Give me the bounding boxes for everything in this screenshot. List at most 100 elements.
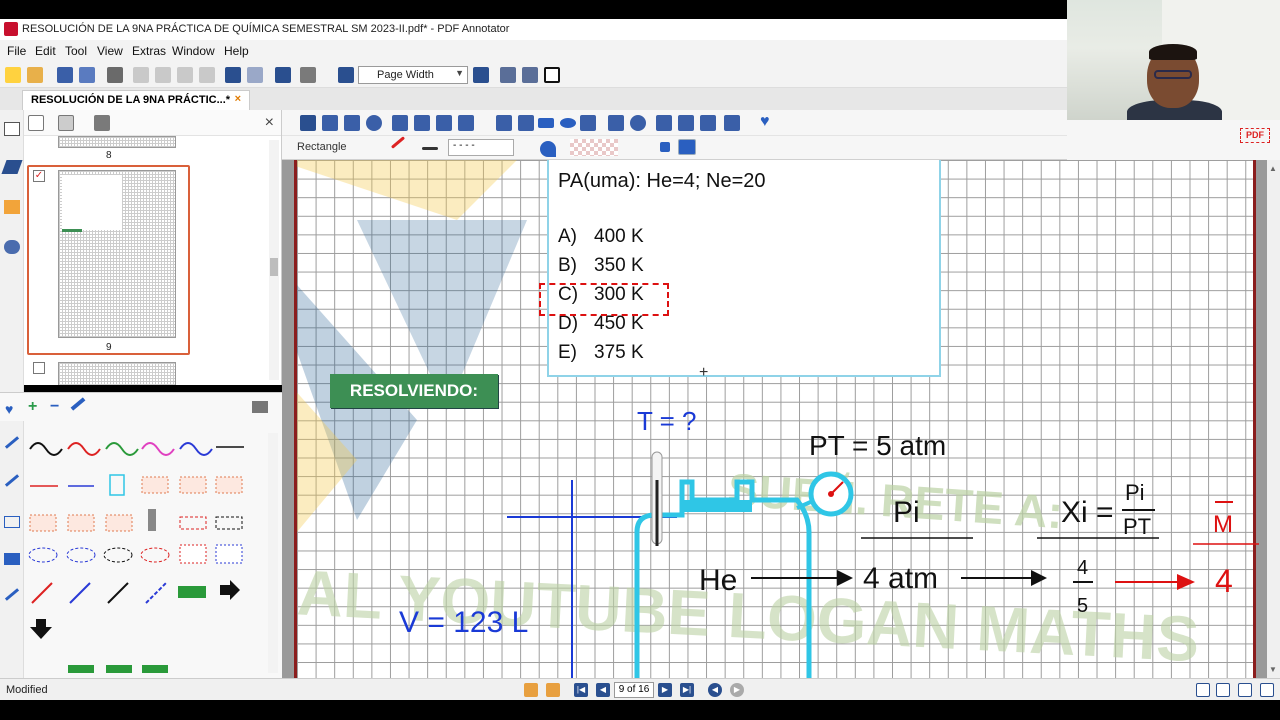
previous-page-icon[interactable]: ◀ (596, 683, 610, 697)
new-page-icon[interactable] (28, 115, 44, 131)
heart-icon[interactable]: ♥ (5, 401, 13, 417)
stamp-tool-icon[interactable] (458, 115, 474, 131)
menu-view[interactable]: View (97, 44, 123, 58)
zoom-in-icon[interactable] (473, 67, 489, 83)
pen-annotate-icon[interactable] (392, 115, 408, 131)
history-back-icon[interactable]: ◀ (708, 683, 722, 697)
edit-pen-icon[interactable] (70, 397, 86, 411)
comment-icon[interactable] (630, 115, 646, 131)
link-icon[interactable] (608, 115, 624, 131)
print-icon[interactable] (107, 67, 123, 83)
rectangle-icon[interactable] (538, 118, 554, 128)
continuous-page-icon[interactable] (522, 67, 538, 83)
page-thumbnail-9[interactable] (58, 170, 176, 338)
page-thumbnail-8[interactable] (58, 136, 176, 148)
page-indicator[interactable]: 9 of 16 (614, 682, 654, 698)
shape-small-icon[interactable] (660, 142, 670, 152)
measure-icon[interactable] (580, 115, 596, 131)
scrollbar-grip[interactable] (270, 258, 278, 276)
attachment-icon[interactable] (4, 240, 20, 254)
find-icon[interactable] (275, 67, 291, 83)
page-settings-icon[interactable] (300, 67, 316, 83)
shape-large-icon[interactable] (678, 139, 696, 155)
page-checkbox[interactable]: ✓ (33, 170, 45, 182)
document-scrollbar[interactable]: ▲ ▼ (1267, 160, 1280, 678)
close-icon[interactable]: × (235, 93, 241, 105)
two-page-view-icon[interactable] (1238, 683, 1252, 697)
add-icon[interactable]: + (28, 398, 37, 416)
single-page-icon[interactable] (500, 67, 516, 83)
tab-document[interactable]: RESOLUCIÓN DE LA 9NA PRÁCTIC...* × (22, 90, 250, 110)
delete-icon[interactable] (199, 67, 215, 83)
line-tool-icon[interactable] (4, 588, 20, 601)
page-checkbox-10[interactable] (33, 362, 45, 374)
new-icon[interactable] (5, 67, 21, 83)
scroll-down-icon[interactable]: ▼ (1269, 665, 1277, 674)
paste-icon[interactable] (177, 67, 193, 83)
menu-tool[interactable]: Tool (65, 44, 87, 58)
zoom-select[interactable]: Page Width ▼ (358, 66, 468, 84)
next-page-icon[interactable]: ▶ (658, 683, 672, 697)
last-page-icon[interactable]: ▶| (680, 683, 694, 697)
copy-icon[interactable] (155, 67, 171, 83)
line-color-icon[interactable] (390, 136, 406, 149)
save-icon[interactable] (57, 67, 73, 83)
zoom-tool-icon[interactable] (366, 115, 382, 131)
page-thumbnail-10[interactable] (58, 362, 176, 385)
document-canvas[interactable]: SUEÑ. RETE A: CANAL YOUTUBE LOGAN MATHS … (282, 160, 1267, 678)
menu-file[interactable]: File (7, 44, 26, 58)
arrow-icon[interactable] (518, 115, 534, 131)
history-forward-icon[interactable]: ▶ (730, 683, 744, 697)
line-icon[interactable] (496, 115, 512, 131)
fill-color-icon[interactable] (540, 141, 556, 157)
pen-icon[interactable] (1, 160, 23, 174)
marker-icon[interactable] (436, 115, 452, 131)
single-view-icon[interactable] (1196, 683, 1210, 697)
undo-icon[interactable] (225, 67, 241, 83)
favorites-scrollbar[interactable] (268, 433, 278, 673)
folder-icon[interactable] (4, 200, 20, 214)
pen-tool-icon[interactable] (4, 436, 20, 449)
chart-icon[interactable] (4, 516, 20, 528)
insert-image-icon[interactable] (724, 115, 740, 131)
highlighter-tool-icon[interactable] (414, 115, 430, 131)
page-background-icon[interactable] (58, 115, 74, 131)
two-page-continuous-icon[interactable] (1260, 683, 1274, 697)
forward-history-icon[interactable] (546, 683, 560, 697)
tools-icon[interactable] (94, 115, 110, 131)
favorite-heart-icon[interactable]: ♥ (760, 113, 770, 131)
continuous-view-icon[interactable] (1216, 683, 1230, 697)
scroll-up-icon[interactable]: ▲ (1269, 164, 1277, 173)
select-arrow-icon[interactable] (300, 115, 316, 131)
ellipse-icon[interactable] (560, 118, 576, 128)
crop-icon[interactable] (678, 115, 694, 131)
eraser-icon[interactable] (700, 115, 716, 131)
menu-edit[interactable]: Edit (35, 44, 56, 58)
menu-help[interactable]: Help (224, 44, 249, 58)
line-style-select[interactable]: - - - - (448, 139, 514, 156)
menu-window[interactable]: Window (172, 44, 215, 58)
highlighter-icon[interactable] (4, 474, 20, 487)
open-folder-icon[interactable] (27, 67, 43, 83)
stamp-icon[interactable] (4, 553, 20, 565)
close-panel-icon[interactable]: × (265, 114, 274, 132)
cut-icon[interactable] (133, 67, 149, 83)
pdf-page[interactable]: SUEÑ. RETE A: CANAL YOUTUBE LOGAN MATHS … (294, 160, 1259, 678)
settings-wrench-icon[interactable] (252, 401, 268, 413)
fill-pattern-select[interactable] (570, 139, 618, 156)
first-page-icon[interactable]: |◀ (574, 683, 588, 697)
menu-extras[interactable]: Extras (132, 44, 166, 58)
hand-icon[interactable] (344, 115, 360, 131)
remove-icon[interactable]: − (50, 398, 59, 416)
select-text-icon[interactable] (322, 115, 338, 131)
zoom-out-icon[interactable] (338, 67, 354, 83)
favorites-grid[interactable] (24, 429, 254, 678)
back-history-icon[interactable] (524, 683, 538, 697)
camera-icon[interactable] (656, 115, 672, 131)
save-all-icon[interactable] (79, 67, 95, 83)
thumbnails-scrollbar[interactable] (269, 140, 279, 380)
line-width-icon[interactable] (422, 147, 438, 150)
redo-icon[interactable] (247, 67, 263, 83)
fullscreen-icon[interactable] (544, 67, 560, 83)
page-checkbox-icon[interactable] (4, 122, 20, 136)
